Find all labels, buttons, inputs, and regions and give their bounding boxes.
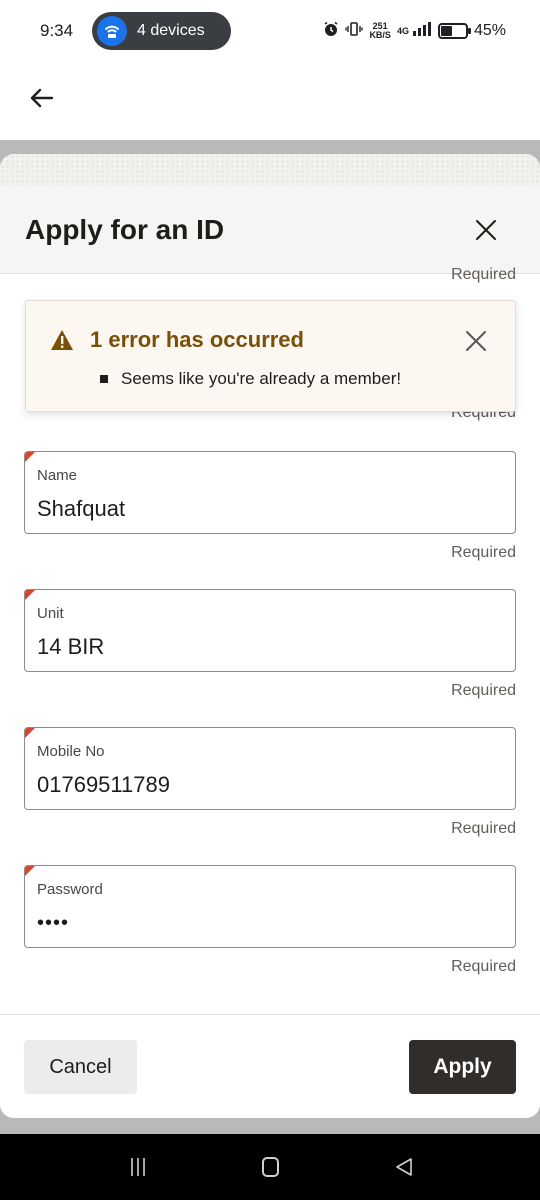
battery-icon bbox=[437, 23, 471, 39]
system-nav-bar bbox=[0, 1134, 540, 1200]
app-header bbox=[0, 62, 540, 140]
error-title: 1 error has occurred bbox=[90, 327, 304, 352]
dialog-footer: Cancel Apply bbox=[0, 1014, 540, 1118]
field-label: Password bbox=[37, 881, 103, 898]
wifi-hotspot-icon bbox=[97, 16, 127, 46]
required-hint: Required bbox=[451, 544, 516, 561]
required-flag bbox=[25, 728, 36, 739]
cancel-button[interactable]: Cancel bbox=[24, 1040, 137, 1094]
field-value: 14 BIR bbox=[37, 634, 105, 659]
dialog-pattern bbox=[0, 154, 540, 186]
field-value: 01769511789 bbox=[37, 772, 170, 797]
hotspot-pill[interactable]: 4 devices bbox=[92, 12, 231, 50]
field-value: •••• bbox=[37, 912, 70, 934]
network-speed-unit: KB/S bbox=[369, 30, 391, 40]
apply-dialog: Apply for an ID Required Required 1 erro… bbox=[0, 154, 540, 1118]
required-hint: Required bbox=[451, 820, 516, 837]
required-flag bbox=[25, 590, 36, 601]
home-icon[interactable] bbox=[262, 1157, 279, 1177]
battery-percent: 45% bbox=[473, 22, 506, 39]
status-icons: 251 KB/S 4G 45% bbox=[323, 18, 506, 44]
status-time: 9:34 bbox=[40, 21, 74, 40]
field-label: Name bbox=[37, 467, 78, 484]
close-icon[interactable] bbox=[464, 329, 488, 353]
dialog-title: Apply for an ID bbox=[25, 214, 225, 245]
required-hint: Required bbox=[451, 266, 516, 283]
recents-icon[interactable] bbox=[129, 1156, 147, 1178]
field-value: Shafquat bbox=[37, 496, 126, 521]
field-label: Mobile No bbox=[37, 743, 105, 760]
hotspot-label: 4 devices bbox=[137, 22, 205, 39]
required-flag bbox=[25, 866, 36, 877]
field-label: Unit bbox=[37, 605, 64, 622]
alarm-icon bbox=[323, 21, 339, 42]
bullet-icon bbox=[100, 375, 108, 383]
required-flag bbox=[25, 452, 36, 463]
arrow-left-icon[interactable] bbox=[26, 82, 58, 114]
error-item-text: Seems like you're already a member! bbox=[121, 369, 402, 388]
error-banner: 1 error has occurred Seems like you're a… bbox=[25, 300, 516, 412]
warning-triangle-icon bbox=[50, 329, 74, 351]
network-type: 4G bbox=[396, 26, 409, 36]
signal-icon bbox=[412, 21, 432, 42]
dialog-header: Apply for an ID bbox=[0, 186, 540, 274]
mobile-field[interactable]: Mobile No 01769511789 bbox=[24, 727, 516, 810]
password-field[interactable]: Password •••• bbox=[24, 865, 516, 948]
close-icon[interactable] bbox=[474, 218, 498, 242]
network-speed: 251 KB/S bbox=[369, 22, 391, 40]
error-item: Seems like you're already a member! bbox=[100, 369, 401, 389]
apply-button[interactable]: Apply bbox=[409, 1040, 516, 1094]
back-triangle-icon[interactable] bbox=[394, 1157, 414, 1177]
unit-field[interactable]: Unit 14 BIR bbox=[24, 589, 516, 672]
name-field[interactable]: Name Shafquat bbox=[24, 451, 516, 534]
battery-fill bbox=[440, 26, 452, 36]
required-hint: Required bbox=[451, 958, 516, 975]
status-bar: 9:34 4 devices 251 KB/S 4G 45% bbox=[0, 0, 540, 62]
required-hint: Required bbox=[451, 682, 516, 699]
vibrate-icon bbox=[345, 21, 364, 42]
